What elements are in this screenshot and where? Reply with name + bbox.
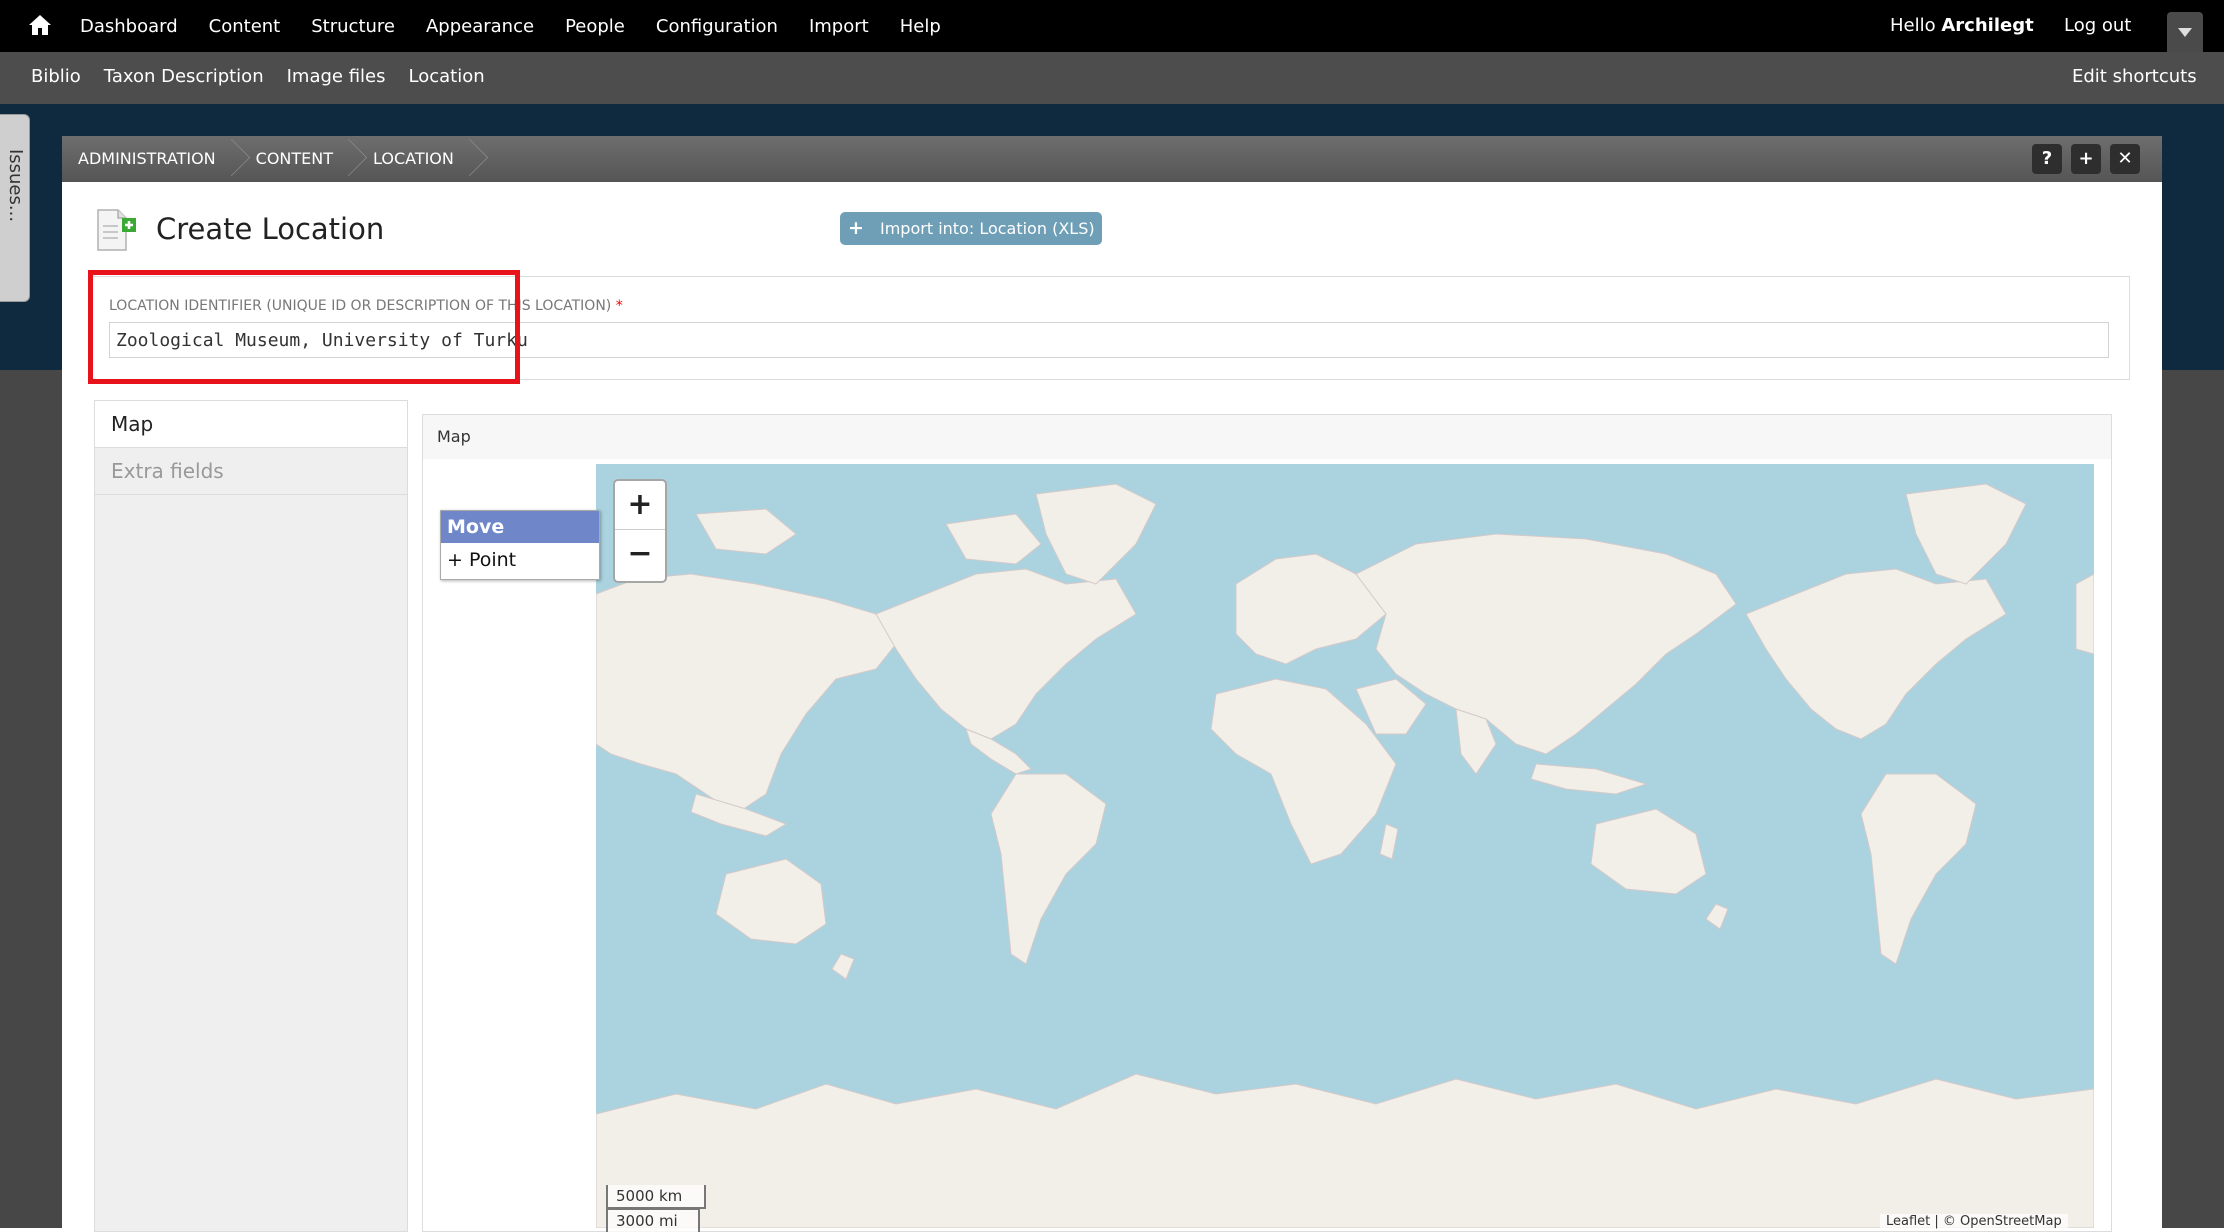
land-australia <box>1590 808 1707 895</box>
shortcut-image-files[interactable]: Image files <box>287 66 386 87</box>
zoom-in-button[interactable]: + <box>615 481 665 530</box>
required-marker: * <box>615 298 623 314</box>
highlight-annotation-box <box>88 270 520 384</box>
draw-toolbar: Move + Point <box>440 510 600 580</box>
land-indonesia <box>1530 763 1648 795</box>
land-south-america <box>990 773 1107 965</box>
map-tiles <box>596 483 2094 1228</box>
close-overlay-button[interactable]: ✕ <box>2110 144 2140 174</box>
breadcrumb-administration[interactable]: Administration <box>62 136 240 182</box>
import-xls-label: Import into: Location (XLS) <box>880 219 1095 238</box>
land-antarctica <box>596 1073 2094 1228</box>
land-madagascar <box>1379 823 1399 860</box>
logout-link[interactable]: Log out <box>2064 15 2131 36</box>
overlay-header: Administration Content Location ? + ✕ <box>62 136 2162 182</box>
username-link[interactable]: Archilegt <box>1941 15 2033 36</box>
land-newzealand <box>1705 903 1729 930</box>
zoom-control: + − <box>613 479 667 583</box>
menu-content[interactable]: Content <box>209 16 281 37</box>
land-australia-left <box>715 858 827 945</box>
add-point-tool-button[interactable]: + Point <box>441 544 599 576</box>
land-arctic-left <box>695 508 797 555</box>
import-xls-button[interactable]: + Import into: Location (XLS) <box>840 212 1102 245</box>
map-attribution[interactable]: Leaflet | © OpenStreetMap <box>1880 1214 2068 1229</box>
menu-dashboard[interactable]: Dashboard <box>80 16 178 37</box>
land-canada-islands <box>945 513 1042 565</box>
land-central-america <box>965 728 1032 775</box>
menu-appearance[interactable]: Appearance <box>426 16 534 37</box>
land-south-america-right <box>1860 773 1977 965</box>
create-content-icon <box>92 206 140 258</box>
shortcuts-bar: Biblio Taxon Description Image files Loc… <box>0 52 2224 104</box>
shortcut-taxon-description[interactable]: Taxon Description <box>104 66 264 87</box>
land-europe-right <box>2075 573 2094 655</box>
admin-toolbar: Dashboard Content Structure Appearance P… <box>0 0 2224 52</box>
scale-km: 5000 km <box>606 1185 706 1209</box>
land-greenland-right <box>1905 483 2027 585</box>
menu-structure[interactable]: Structure <box>311 16 395 37</box>
land-asia-left <box>596 573 897 815</box>
plus-icon: + <box>848 217 864 239</box>
land-newzealand-left <box>831 953 855 980</box>
breadcrumb-content[interactable]: Content <box>240 136 357 182</box>
world-map[interactable] <box>596 464 2094 1228</box>
chevron-down-icon <box>2178 28 2192 37</box>
land-north-america <box>875 568 1137 740</box>
breadcrumb: Administration Content Location <box>62 136 478 182</box>
menu-help[interactable]: Help <box>900 16 941 37</box>
land-north-america-right <box>1745 568 2007 740</box>
greeting-prefix: Hello <box>1890 15 1942 36</box>
zoom-out-button[interactable]: − <box>615 530 665 578</box>
shortcut-location[interactable]: Location <box>409 66 485 87</box>
map-fieldset-legend: Map <box>437 427 471 446</box>
scale-mi: 3000 mi <box>606 1208 700 1232</box>
issues-tab-label: Issues... <box>5 148 27 223</box>
vertical-tabs: Map Extra fields <box>94 400 408 1232</box>
vertical-tab-map[interactable]: Map <box>95 401 407 448</box>
move-tool-button[interactable]: Move <box>441 511 599 543</box>
edit-shortcuts-link[interactable]: Edit shortcuts <box>2072 66 2197 87</box>
menu-people[interactable]: People <box>565 16 625 37</box>
page-title: Create Location <box>156 212 385 246</box>
breadcrumb-location[interactable]: Location <box>357 136 478 182</box>
help-button[interactable]: ? <box>2032 144 2062 174</box>
issues-tab[interactable]: Issues... <box>0 114 30 302</box>
vertical-tab-extra-fields[interactable]: Extra fields <box>95 448 407 495</box>
user-greeting: Hello Archilegt <box>1890 15 2034 36</box>
admin-menu: Dashboard Content Structure Appearance P… <box>80 0 972 52</box>
shortcut-biblio[interactable]: Biblio <box>31 66 81 87</box>
menu-import[interactable]: Import <box>809 16 869 37</box>
map-scale-bar: 5000 km 3000 mi <box>606 1185 706 1232</box>
add-shortcut-button[interactable]: + <box>2071 144 2101 174</box>
shortcuts-drawer-toggle[interactable] <box>2167 12 2203 52</box>
home-icon[interactable] <box>28 14 52 36</box>
menu-configuration[interactable]: Configuration <box>656 16 778 37</box>
land-greenland <box>1035 483 1157 585</box>
